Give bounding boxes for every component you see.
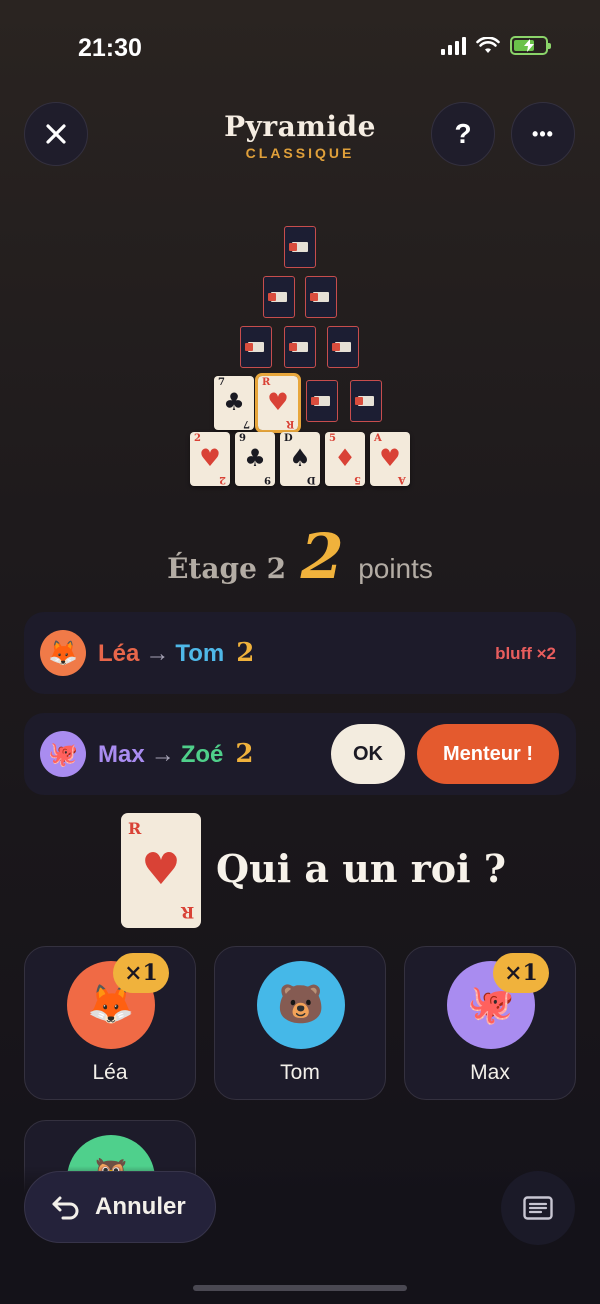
player-name: Léa <box>92 1061 128 1084</box>
claim-row: 🦊 Léa → Tom 2 bluff ×2 <box>24 612 576 694</box>
card-back[interactable] <box>327 326 359 368</box>
question-card: R ♥ R <box>121 813 201 928</box>
claim-points: 2 <box>236 638 255 668</box>
card-back[interactable] <box>350 380 382 422</box>
ok-button[interactable]: OK <box>331 724 405 784</box>
multiplier-badge: ×1 <box>493 953 549 993</box>
level-points: 2 <box>300 520 344 593</box>
bluff-badge: bluff ×2 <box>495 644 556 663</box>
claim-to: Tom <box>175 640 225 667</box>
card-face[interactable]: A ♥ A <box>370 432 410 486</box>
arrow-right-icon: → <box>150 741 175 768</box>
level-label: Étage 2 <box>167 552 287 585</box>
card-face[interactable]: 7 ♣ 7 <box>214 376 254 430</box>
player-card-tom[interactable]: 🐻 Tom <box>214 946 386 1100</box>
log-icon <box>523 1196 553 1220</box>
card-back[interactable] <box>240 326 272 368</box>
card-face[interactable]: 2 ♥ 2 <box>190 432 230 486</box>
card-face[interactable]: 9 ♣ 9 <box>235 432 275 486</box>
card-back[interactable] <box>284 326 316 368</box>
undo-button[interactable]: Annuler <box>24 1171 216 1243</box>
level-indicator: Étage 2 2 points <box>0 520 600 593</box>
claim-text: Léa → Tom 2 <box>98 638 254 668</box>
claim-from: Max <box>98 741 145 768</box>
card-back[interactable] <box>263 276 295 318</box>
claim-text: Max → Zoé 2 <box>98 739 253 769</box>
claim-points: 2 <box>235 739 254 769</box>
question-text: Qui a un roi ? <box>216 846 507 891</box>
card-face-selected[interactable]: R ♥ R <box>255 373 301 433</box>
arrow-right-icon: → <box>145 640 170 667</box>
player-name: Tom <box>280 1061 320 1084</box>
log-button[interactable] <box>501 1171 575 1245</box>
card-back[interactable] <box>284 226 316 268</box>
undo-label: Annuler <box>95 1193 186 1220</box>
claim-to: Zoé <box>180 741 224 768</box>
claim-from: Léa <box>98 640 140 667</box>
multiplier-badge: ×1 <box>113 953 169 993</box>
octopus-avatar: 🐙 <box>40 731 86 777</box>
level-points-label: points <box>358 553 433 584</box>
player-name: Max <box>470 1061 510 1084</box>
card-back[interactable] <box>305 276 337 318</box>
undo-icon <box>52 1196 79 1220</box>
player-card-max[interactable]: 🐙 ×1 Max <box>404 946 576 1100</box>
home-indicator[interactable] <box>193 1285 407 1291</box>
player-card-lea[interactable]: 🦊 ×1 Léa <box>24 946 196 1100</box>
card-face[interactable]: 5 ♦ 5 <box>325 432 365 486</box>
card-face[interactable]: D ♠ D <box>280 432 320 486</box>
claim-row-active: 🐙 Max → Zoé 2 OK Menteur ! <box>24 713 576 795</box>
bear-avatar: 🐻 <box>257 961 345 1049</box>
fox-avatar: 🦊 <box>40 630 86 676</box>
liar-button[interactable]: Menteur ! <box>417 724 559 784</box>
card-back[interactable] <box>306 380 338 422</box>
pyramid-board: 7 ♣ 7 R ♥ R 2 ♥ 2 9 ♣ 9 D ♠ D 5 ♦ 5 A ♥ … <box>0 0 600 500</box>
